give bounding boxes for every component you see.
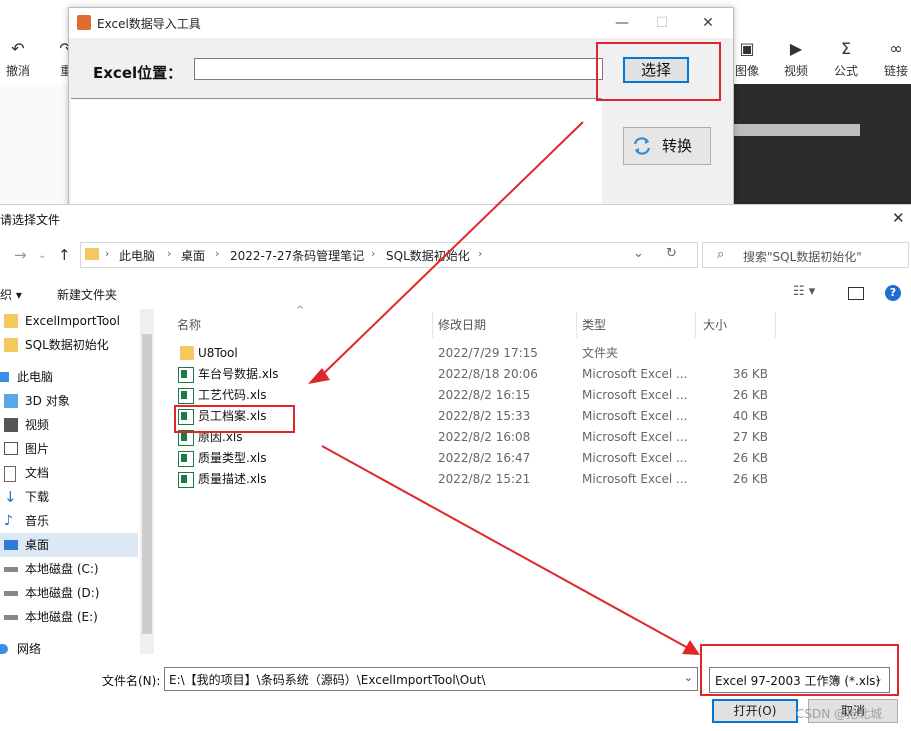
arrow-line-to-filetype — [321, 445, 689, 649]
arrow-line-to-file — [319, 121, 584, 378]
annotation-arrows — [308, 121, 700, 655]
arrow-head-to-filetype — [682, 640, 700, 655]
